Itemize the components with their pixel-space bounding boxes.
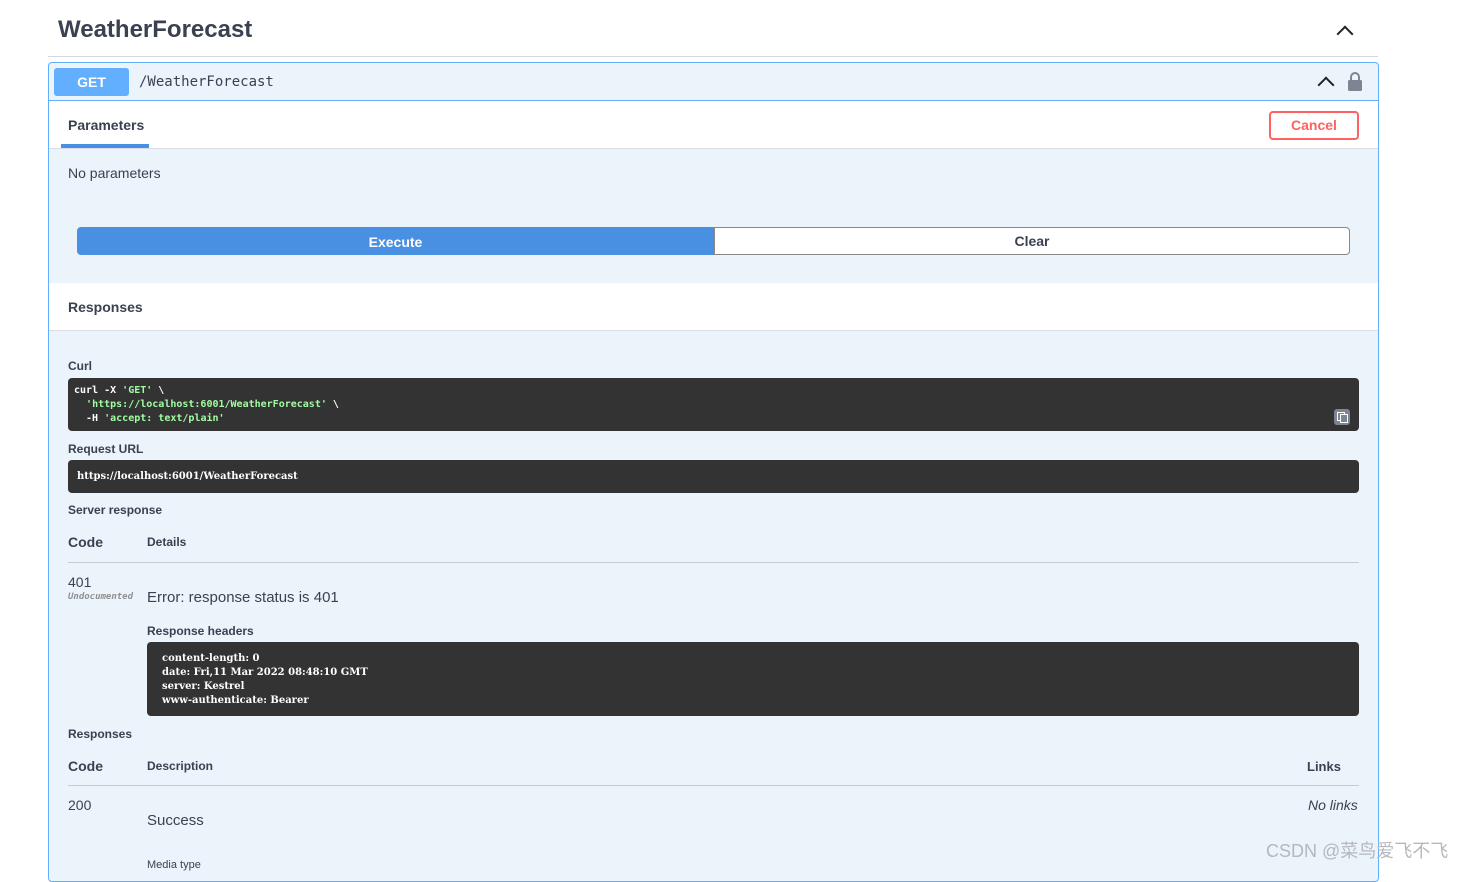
links-column-header: Links xyxy=(1307,759,1341,774)
tag-header[interactable]: WeatherForecast xyxy=(48,0,1378,57)
doc-response-description: Success xyxy=(147,812,204,829)
curl-label: Curl xyxy=(68,359,92,373)
details-column-header: Details xyxy=(147,535,187,549)
responses-title: Responses xyxy=(68,299,143,315)
chevron-up-icon[interactable] xyxy=(1336,25,1354,43)
curl-line: curl -X 'GET' \ xyxy=(74,385,165,396)
curl-code-block[interactable]: curl -X 'GET' \ 'https://localhost:6001/… xyxy=(68,378,1359,431)
execute-button[interactable]: Execute xyxy=(77,227,714,255)
request-url-label: Request URL xyxy=(68,442,144,456)
header-line: content-length: 0 xyxy=(162,653,260,664)
response-code: 401 xyxy=(68,574,92,590)
no-parameters-text: No parameters xyxy=(68,165,161,181)
doc-code-column-header: Code xyxy=(68,758,103,774)
response-headers-block[interactable]: content-length: 0 date: Fri,11 Mar 2022 … xyxy=(147,642,1359,716)
responses-header: Responses xyxy=(49,283,1378,331)
doc-response-links: No links xyxy=(1308,797,1358,813)
header-line: date: Fri,11 Mar 2022 08:48:10 GMT xyxy=(162,667,368,678)
curl-line: -H 'accept: text/plain' xyxy=(74,413,225,424)
undocumented-tag: Undocumented xyxy=(68,592,134,602)
responses-doc-label: Responses xyxy=(68,727,133,741)
clear-button[interactable]: Clear xyxy=(714,227,1350,255)
chevron-up-icon[interactable] xyxy=(1317,76,1335,94)
header-line: www-authenticate: Bearer xyxy=(162,695,309,706)
description-column-header: Description xyxy=(147,759,214,773)
operation-path: /WeatherForecast xyxy=(139,74,274,90)
tag-title: WeatherForecast xyxy=(58,16,253,43)
copy-icon[interactable] xyxy=(1334,409,1350,425)
request-url-block[interactable]: https://localhost:6001/WeatherForecast xyxy=(68,460,1359,493)
curl-line: 'https://localhost:6001/WeatherForecast'… xyxy=(86,399,339,410)
method-badge: GET xyxy=(54,68,129,96)
lock-icon[interactable] xyxy=(1347,72,1363,92)
response-headers-label: Response headers xyxy=(147,624,254,638)
operation-summary[interactable]: GET /WeatherForecast xyxy=(49,63,1378,101)
parameters-tabbar: Parameters Cancel xyxy=(49,101,1378,149)
media-type-label: Media type xyxy=(147,859,201,871)
execute-wrapper: Execute Clear xyxy=(77,227,1351,256)
divider xyxy=(68,785,1359,786)
cancel-button[interactable]: Cancel xyxy=(1269,111,1359,140)
doc-response-code: 200 xyxy=(68,797,92,813)
watermark: CSDN @菜鸟爱飞不飞 xyxy=(1266,841,1449,861)
response-error-detail: Error: response status is 401 xyxy=(147,589,339,606)
request-url: https://localhost:6001/WeatherForecast xyxy=(77,471,298,482)
divider xyxy=(68,562,1359,563)
operation-block: GET /WeatherForecast Parameters Cancel N… xyxy=(48,62,1379,882)
code-column-header: Code xyxy=(68,534,103,550)
tab-parameters[interactable]: Parameters xyxy=(61,101,149,148)
header-line: server: Kestrel xyxy=(162,681,245,692)
server-response-label: Server response xyxy=(68,503,163,517)
